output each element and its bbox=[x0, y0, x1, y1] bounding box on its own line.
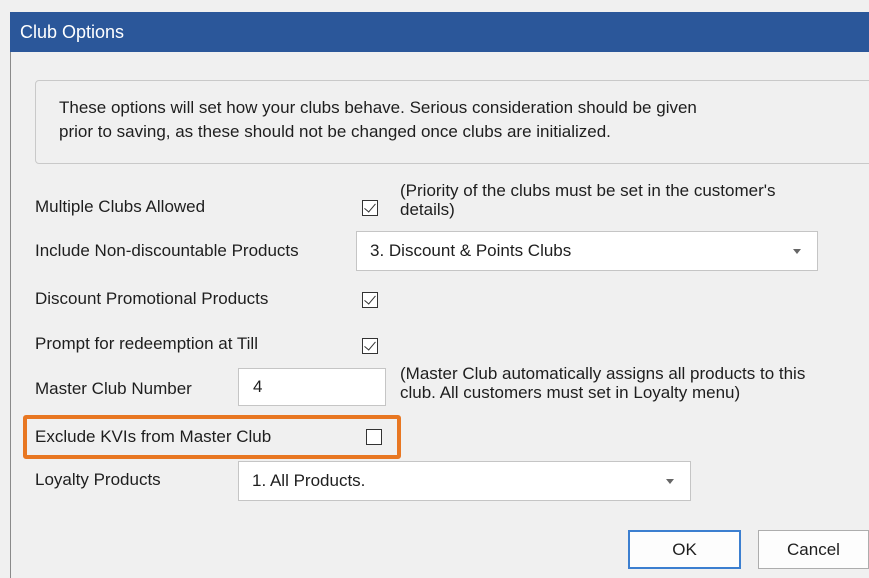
multiple-clubs-checkbox[interactable] bbox=[362, 200, 378, 216]
master-club-note: (Master Club automatically assigns all p… bbox=[400, 364, 805, 402]
multiple-clubs-note-line-2: details) bbox=[400, 200, 455, 219]
discount-promotional-label: Discount Promotional Products bbox=[35, 289, 269, 308]
multiple-clubs-note-line-1: (Priority of the clubs must be set in th… bbox=[400, 181, 776, 200]
master-club-label: Master Club Number bbox=[35, 379, 192, 398]
master-club-input[interactable]: 4 bbox=[238, 368, 386, 406]
master-club-note-line-1: (Master Club automatically assigns all p… bbox=[400, 364, 806, 383]
window-title: Club Options bbox=[20, 22, 125, 42]
info-panel: These options will set how your clubs be… bbox=[35, 80, 869, 164]
non-discountable-value: 3. Discount & Points Clubs bbox=[370, 241, 572, 260]
exclude-kvis-label: Exclude KVIs from Master Club bbox=[35, 427, 272, 446]
exclude-kvis-checkbox[interactable] bbox=[366, 429, 382, 445]
loyalty-products-label: Loyalty Products bbox=[35, 470, 161, 489]
info-text-line-1: These options will set how your clubs be… bbox=[59, 98, 697, 117]
cancel-button[interactable]: Cancel bbox=[758, 530, 869, 569]
window-left-border bbox=[10, 52, 11, 578]
master-club-note-line-2: club. All customers must set in Loyalty … bbox=[400, 383, 741, 402]
info-text-line-2: prior to saving, as these should not be … bbox=[59, 122, 611, 141]
chevron-down-icon bbox=[793, 249, 801, 254]
chevron-down-icon bbox=[666, 479, 674, 484]
multiple-clubs-label: Multiple Clubs Allowed bbox=[35, 197, 206, 216]
loyalty-products-value: 1. All Products. bbox=[252, 471, 366, 490]
non-discountable-dropdown[interactable]: 3. Discount & Points Clubs bbox=[356, 231, 818, 271]
prompt-redemption-checkbox[interactable] bbox=[362, 338, 378, 354]
prompt-redemption-label: Prompt for redeemption at Till bbox=[35, 334, 258, 353]
master-club-value: 4 bbox=[253, 377, 263, 396]
discount-promotional-checkbox[interactable] bbox=[362, 292, 378, 308]
ok-button[interactable]: OK bbox=[628, 530, 741, 569]
non-discountable-label: Include Non-discountable Products bbox=[35, 241, 299, 260]
window-titlebar[interactable]: Club Options bbox=[10, 12, 869, 52]
loyalty-products-dropdown[interactable]: 1. All Products. bbox=[238, 461, 691, 501]
multiple-clubs-note: (Priority of the clubs must be set in th… bbox=[400, 181, 776, 219]
